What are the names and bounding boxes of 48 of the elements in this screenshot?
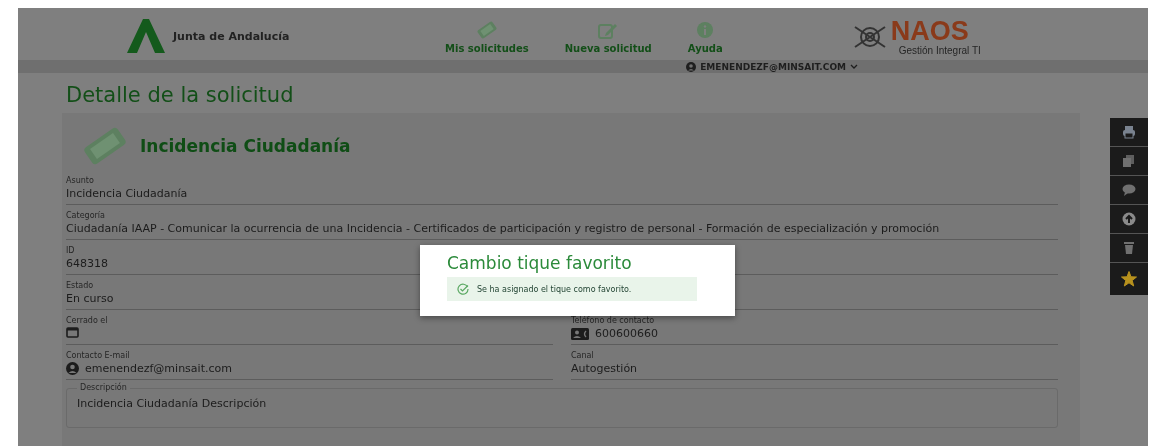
field-value: 600600660 xyxy=(595,326,658,341)
print-button[interactable] xyxy=(1110,118,1148,146)
field-label: Descripción xyxy=(77,383,130,392)
field-value: Incidencia Ciudadanía xyxy=(66,186,188,201)
edit-icon xyxy=(598,21,619,39)
product-logo: NAOS xyxy=(890,16,969,46)
copy-button[interactable] xyxy=(1110,147,1148,175)
field-label: Cerrado el xyxy=(66,315,108,326)
chevron-down-icon xyxy=(850,63,858,70)
trash-icon xyxy=(1122,241,1136,255)
field-label: Teléfono de contacto xyxy=(571,315,655,326)
info-icon xyxy=(696,21,715,39)
alert-message: Se ha asignado el tique como favorito. xyxy=(477,284,632,294)
card-title: Incidencia Ciudadanía xyxy=(140,136,351,156)
dialog-title: Cambio tique favorito xyxy=(447,253,633,273)
print-icon xyxy=(1122,125,1136,139)
field-value: Autogestión xyxy=(571,361,638,376)
copy-icon xyxy=(1122,154,1136,168)
favorite-button[interactable] xyxy=(1110,263,1148,295)
field-label: Categoría xyxy=(66,210,105,221)
field-label: ID xyxy=(66,245,75,256)
check-circle-icon xyxy=(457,283,469,295)
brand-name: Junta de Andalucía xyxy=(173,29,290,43)
product-tagline: Gestión Integral TI xyxy=(898,45,981,56)
lifebuoy-icon xyxy=(852,25,887,49)
user-icon xyxy=(66,362,79,375)
comment-button[interactable] xyxy=(1110,176,1148,204)
field-label: Asunto xyxy=(66,175,94,186)
comment-icon xyxy=(1122,183,1136,197)
user-menu[interactable]: EMENENDEZF@MINSAIT.COM xyxy=(686,61,858,72)
page-title: Detalle de la solicitud xyxy=(66,83,295,107)
field-value: emenendezf@minsait.com xyxy=(85,361,232,376)
nav-item[interactable]: Ayuda xyxy=(687,21,723,60)
field-value: 648318 xyxy=(66,256,108,271)
logo-icon xyxy=(125,18,165,54)
field-label: Estado xyxy=(66,280,94,291)
upload-button[interactable] xyxy=(1110,205,1148,233)
nav-item[interactable]: Mis solicitudes xyxy=(445,21,529,60)
delete-button[interactable] xyxy=(1110,234,1148,262)
upload-icon xyxy=(1122,212,1136,226)
field-value: Ciudadanía IAAP - Comunicar la ocurrencia de una Incidencia - Certificados de participación y registro de personal - Formación de especialización y promoción xyxy=(66,221,940,236)
field-value: Incidencia Ciudadanía Descripción xyxy=(77,397,268,410)
field-label: Contacto E-mail xyxy=(66,350,130,361)
nav-item[interactable]: Nueva solicitud xyxy=(564,21,652,60)
field-value: En curso xyxy=(66,291,114,306)
field-label: Canal xyxy=(571,350,594,361)
calendar-icon xyxy=(66,326,79,338)
contact-card-icon xyxy=(571,327,589,340)
